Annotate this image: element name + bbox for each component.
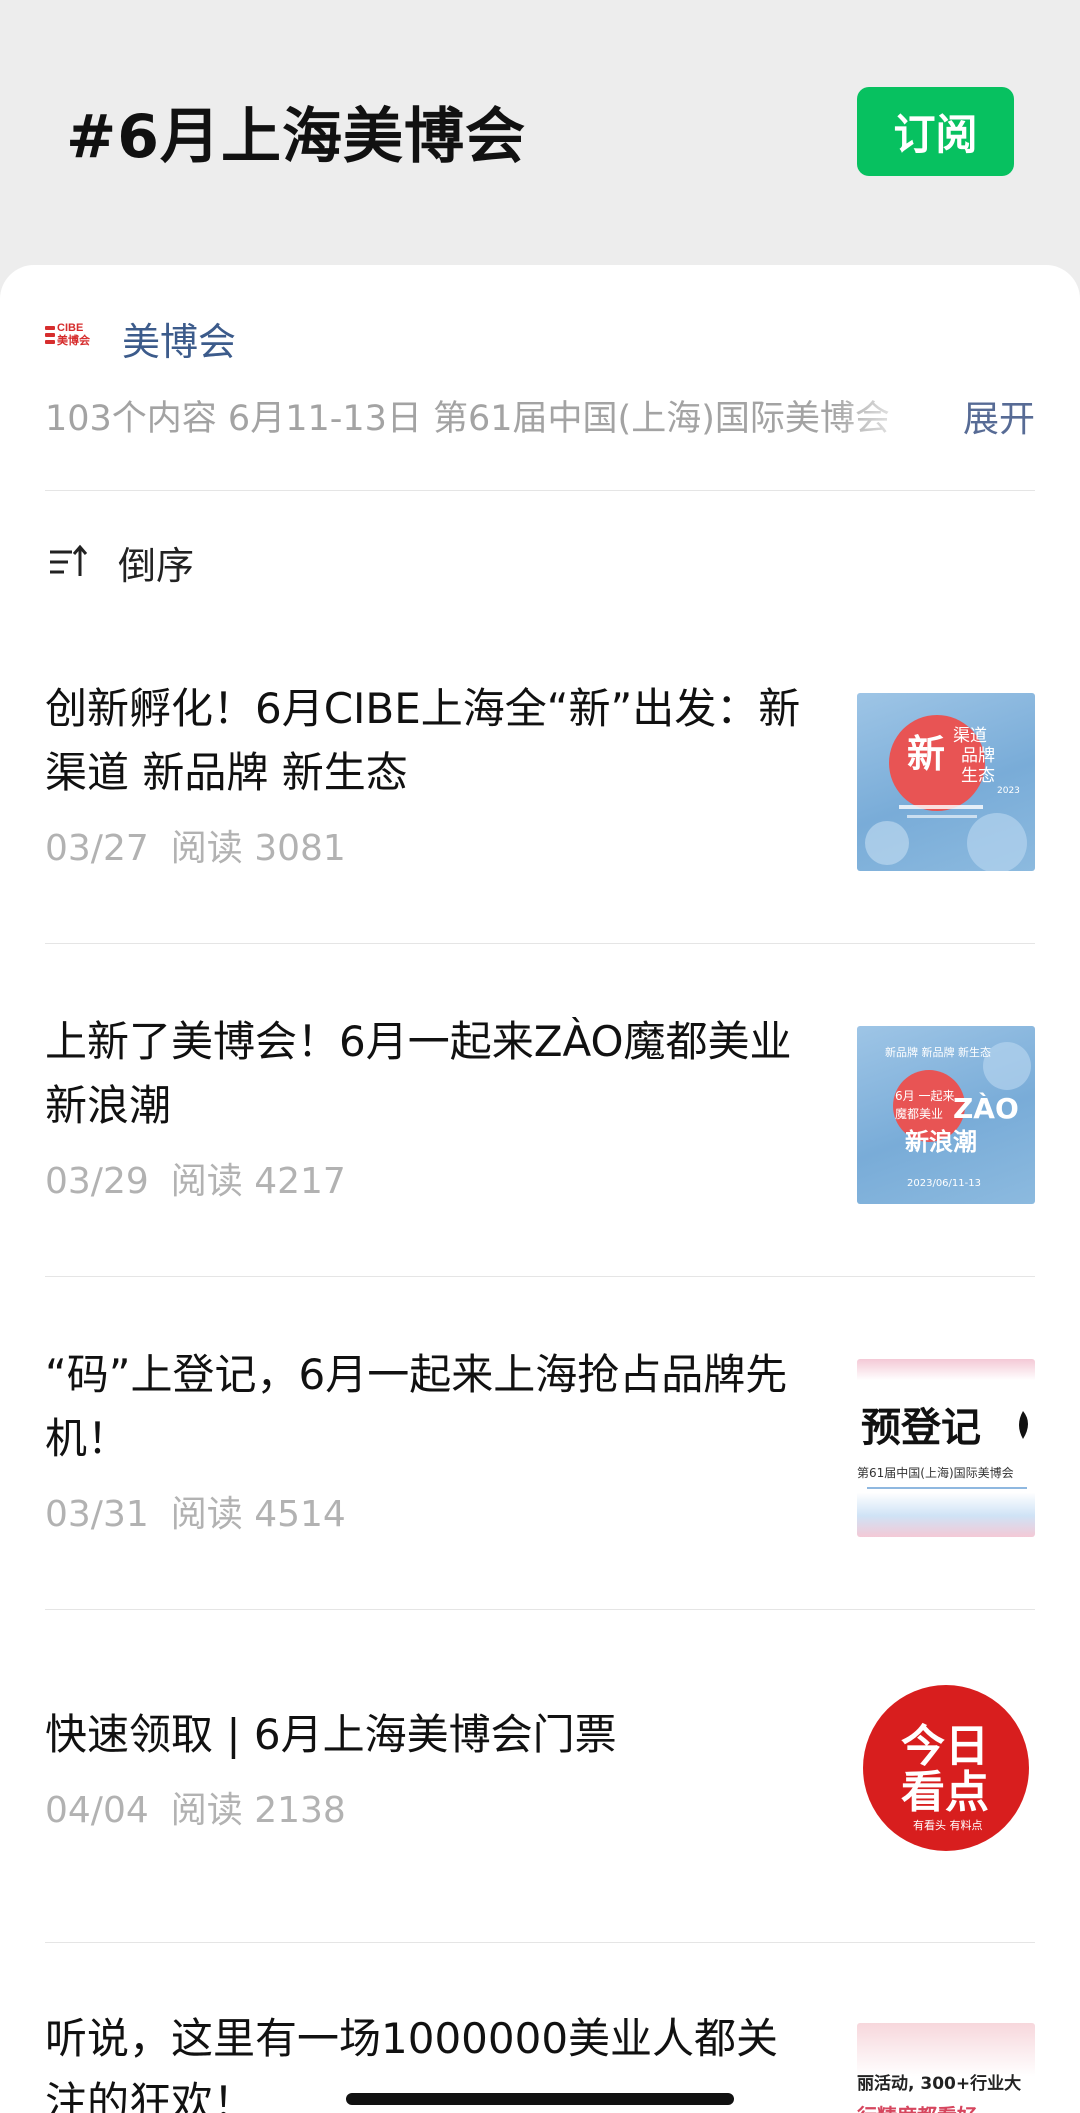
article-meta: 04/04 阅读 2138 [45,1781,346,1833]
thumb-text: 品牌 [961,746,995,766]
sort-toggle[interactable]: 倒序 [48,537,195,588]
article-thumbnail: 丽活动, 300+行业大 行精度都看好 [857,2023,1035,2113]
thumb-text: 渠道 [953,726,987,746]
account-logo-text: CIBE 美博会 [57,322,90,347]
thumb-text: 有看头 有料点 [913,1818,983,1832]
divider [45,1609,1035,1610]
divider [45,490,1035,491]
expand-link[interactable]: 展开 [963,390,1035,442]
article-item[interactable]: “码”上登记，6月一起来上海抢占品牌先机！ 03/31 阅读 4514 预登记 第… [45,1343,1035,1573]
subscribe-button[interactable]: 订阅 [857,87,1014,176]
article-item[interactable]: 创新孵化！6月CIBE上海全“新”出发：新渠道 新品牌 新生态 03/27 阅读 … [45,677,1035,907]
article-title: 快速领取 | 6月上海美博会门票 [45,1710,617,1759]
account-row[interactable]: CIBE 美博会 美博会 [45,311,236,366]
thumb-text: 行精度都看好 [857,2104,977,2113]
account-name[interactable]: 美博会 [122,311,236,366]
thumb-text: ZÀO [953,1091,1019,1125]
collection-description-row: 103个内容 6月11-13日 第61届中国(上海)国际美博会 展开 [45,390,1035,440]
thumb-text: 2023/06/11-13 [907,1178,981,1189]
thumb-text: 2023 [997,786,1020,796]
page-header: #6月上海美博会 订阅 [0,0,1080,265]
divider [45,1942,1035,1943]
article-title: 创新孵化！6月CIBE上海全“新”出发：新渠道 新品牌 新生态 [45,684,801,797]
article-thumbnail: 新品牌 新品牌 新生态 6月 一起来 魔都美业 ZÀO 新浪潮 2023/06/… [857,1026,1035,1204]
article-meta: 03/29 阅读 4217 [45,1152,346,1204]
article-item[interactable]: 快速领取 | 6月上海美博会门票 04/04 阅读 2138 今日 看点 有看头 … [45,1679,1035,1883]
home-indicator[interactable] [346,2093,734,2105]
article-date: 03/29 [45,1161,149,1202]
sort-label: 倒序 [118,543,195,588]
thumb-text: 丽活动, 300+行业大 [857,2073,1021,2094]
article-thumbnail: 预登记 第61届中国(上海)国际美博会 [857,1359,1035,1537]
collection-description: 103个内容 6月11-13日 第61届中国(上海)国际美博会 [45,399,890,439]
article-reads: 阅读 2138 [170,1790,346,1831]
article-reads: 阅读 4217 [170,1161,346,1202]
thumb-text: 魔都美业 [895,1106,943,1121]
thumb-text: 看点 [901,1767,989,1818]
divider [45,943,1035,944]
article-date: 03/31 [45,1494,149,1535]
article-title: 上新了美博会！6月一起来ZÀO魔都美业新浪潮 [45,1017,792,1130]
article-thumbnail: 今日 看点 有看头 有料点 [857,1679,1035,1857]
article-meta: 03/27 阅读 3081 [45,819,346,871]
article-date: 03/27 [45,828,149,869]
thumb-text: 6月 一起来 [895,1089,954,1103]
thumb-text: 预登记 [861,1404,981,1451]
article-reads: 阅读 4514 [170,1494,346,1535]
account-logo: CIBE 美博会 [45,320,95,356]
article-item[interactable]: 上新了美博会！6月一起来ZÀO魔都美业新浪潮 03/29 阅读 4217 新品牌 … [45,1010,1035,1240]
article-meta: 03/31 阅读 4514 [45,1485,346,1537]
thumb-text: 新浪潮 [905,1128,977,1156]
thumb-text: 生态 [961,766,995,786]
sort-order-icon [50,544,88,576]
thumb-text: 第61届中国(上海)国际美博会 [857,1465,1014,1480]
page-title: #6月上海美博会 [66,102,527,172]
thumb-text: 今日 [901,1721,989,1772]
thumb-text: 新品牌 新品牌 新生态 [885,1045,991,1059]
article-thumbnail: 新 渠道 品牌 生态 2023 [857,693,1035,871]
article-reads: 阅读 3081 [170,828,346,869]
content-card: CIBE 美博会 美博会 103个内容 6月11-13日 第61届中国(上海)国… [0,265,1080,2113]
thumb-text: 新 [907,732,945,776]
article-date: 04/04 [45,1790,149,1831]
article-title: “码”上登记，6月一起来上海抢占品牌先机！ [45,1350,788,1463]
divider [45,1276,1035,1277]
